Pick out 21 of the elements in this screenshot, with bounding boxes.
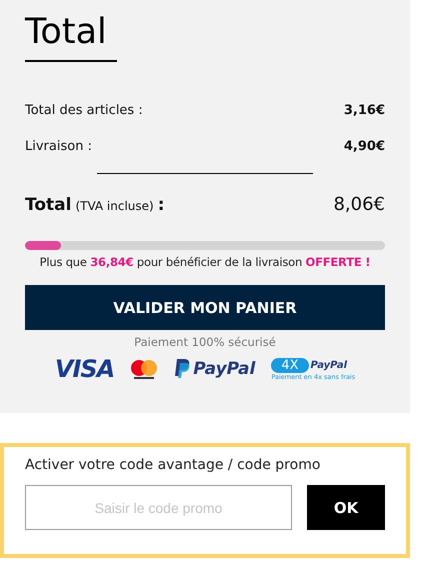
line-label: Total des articles : <box>25 102 143 118</box>
free-shipping-message: Plus que 36,84€ pour bénéficier de la livraison OFFERTE ! <box>38 255 372 269</box>
line-label: Livraison : <box>25 138 92 154</box>
line-value: 3,16€ <box>344 102 385 118</box>
summary-title: Total <box>25 12 107 52</box>
tax-note: (TVA incluse) <box>75 198 154 212</box>
total-label: Total <box>25 194 72 214</box>
paypal-logo: PayPal <box>193 359 256 379</box>
secure-payment-note: Paiement 100% sécurisé <box>133 335 277 349</box>
checkout-button[interactable]: VALIDER MON PANIER <box>25 285 385 330</box>
promo-code-field[interactable]: Saisir le code promo <box>25 485 292 530</box>
visa-logo: VISA <box>54 355 114 383</box>
promo-label: Activer votre code avantage / code promo <box>25 457 322 473</box>
installment-badge: 4X <box>271 358 309 372</box>
total-colon: : <box>158 194 165 214</box>
line-value: 4,90€ <box>344 138 385 154</box>
apply-promo-button[interactable]: OK <box>307 485 385 530</box>
paypal-p-icon <box>174 359 190 379</box>
mastercard-logo <box>130 358 158 380</box>
paypal-logo: PayPal <box>310 360 348 370</box>
total-value: 8,06€ <box>333 194 385 215</box>
